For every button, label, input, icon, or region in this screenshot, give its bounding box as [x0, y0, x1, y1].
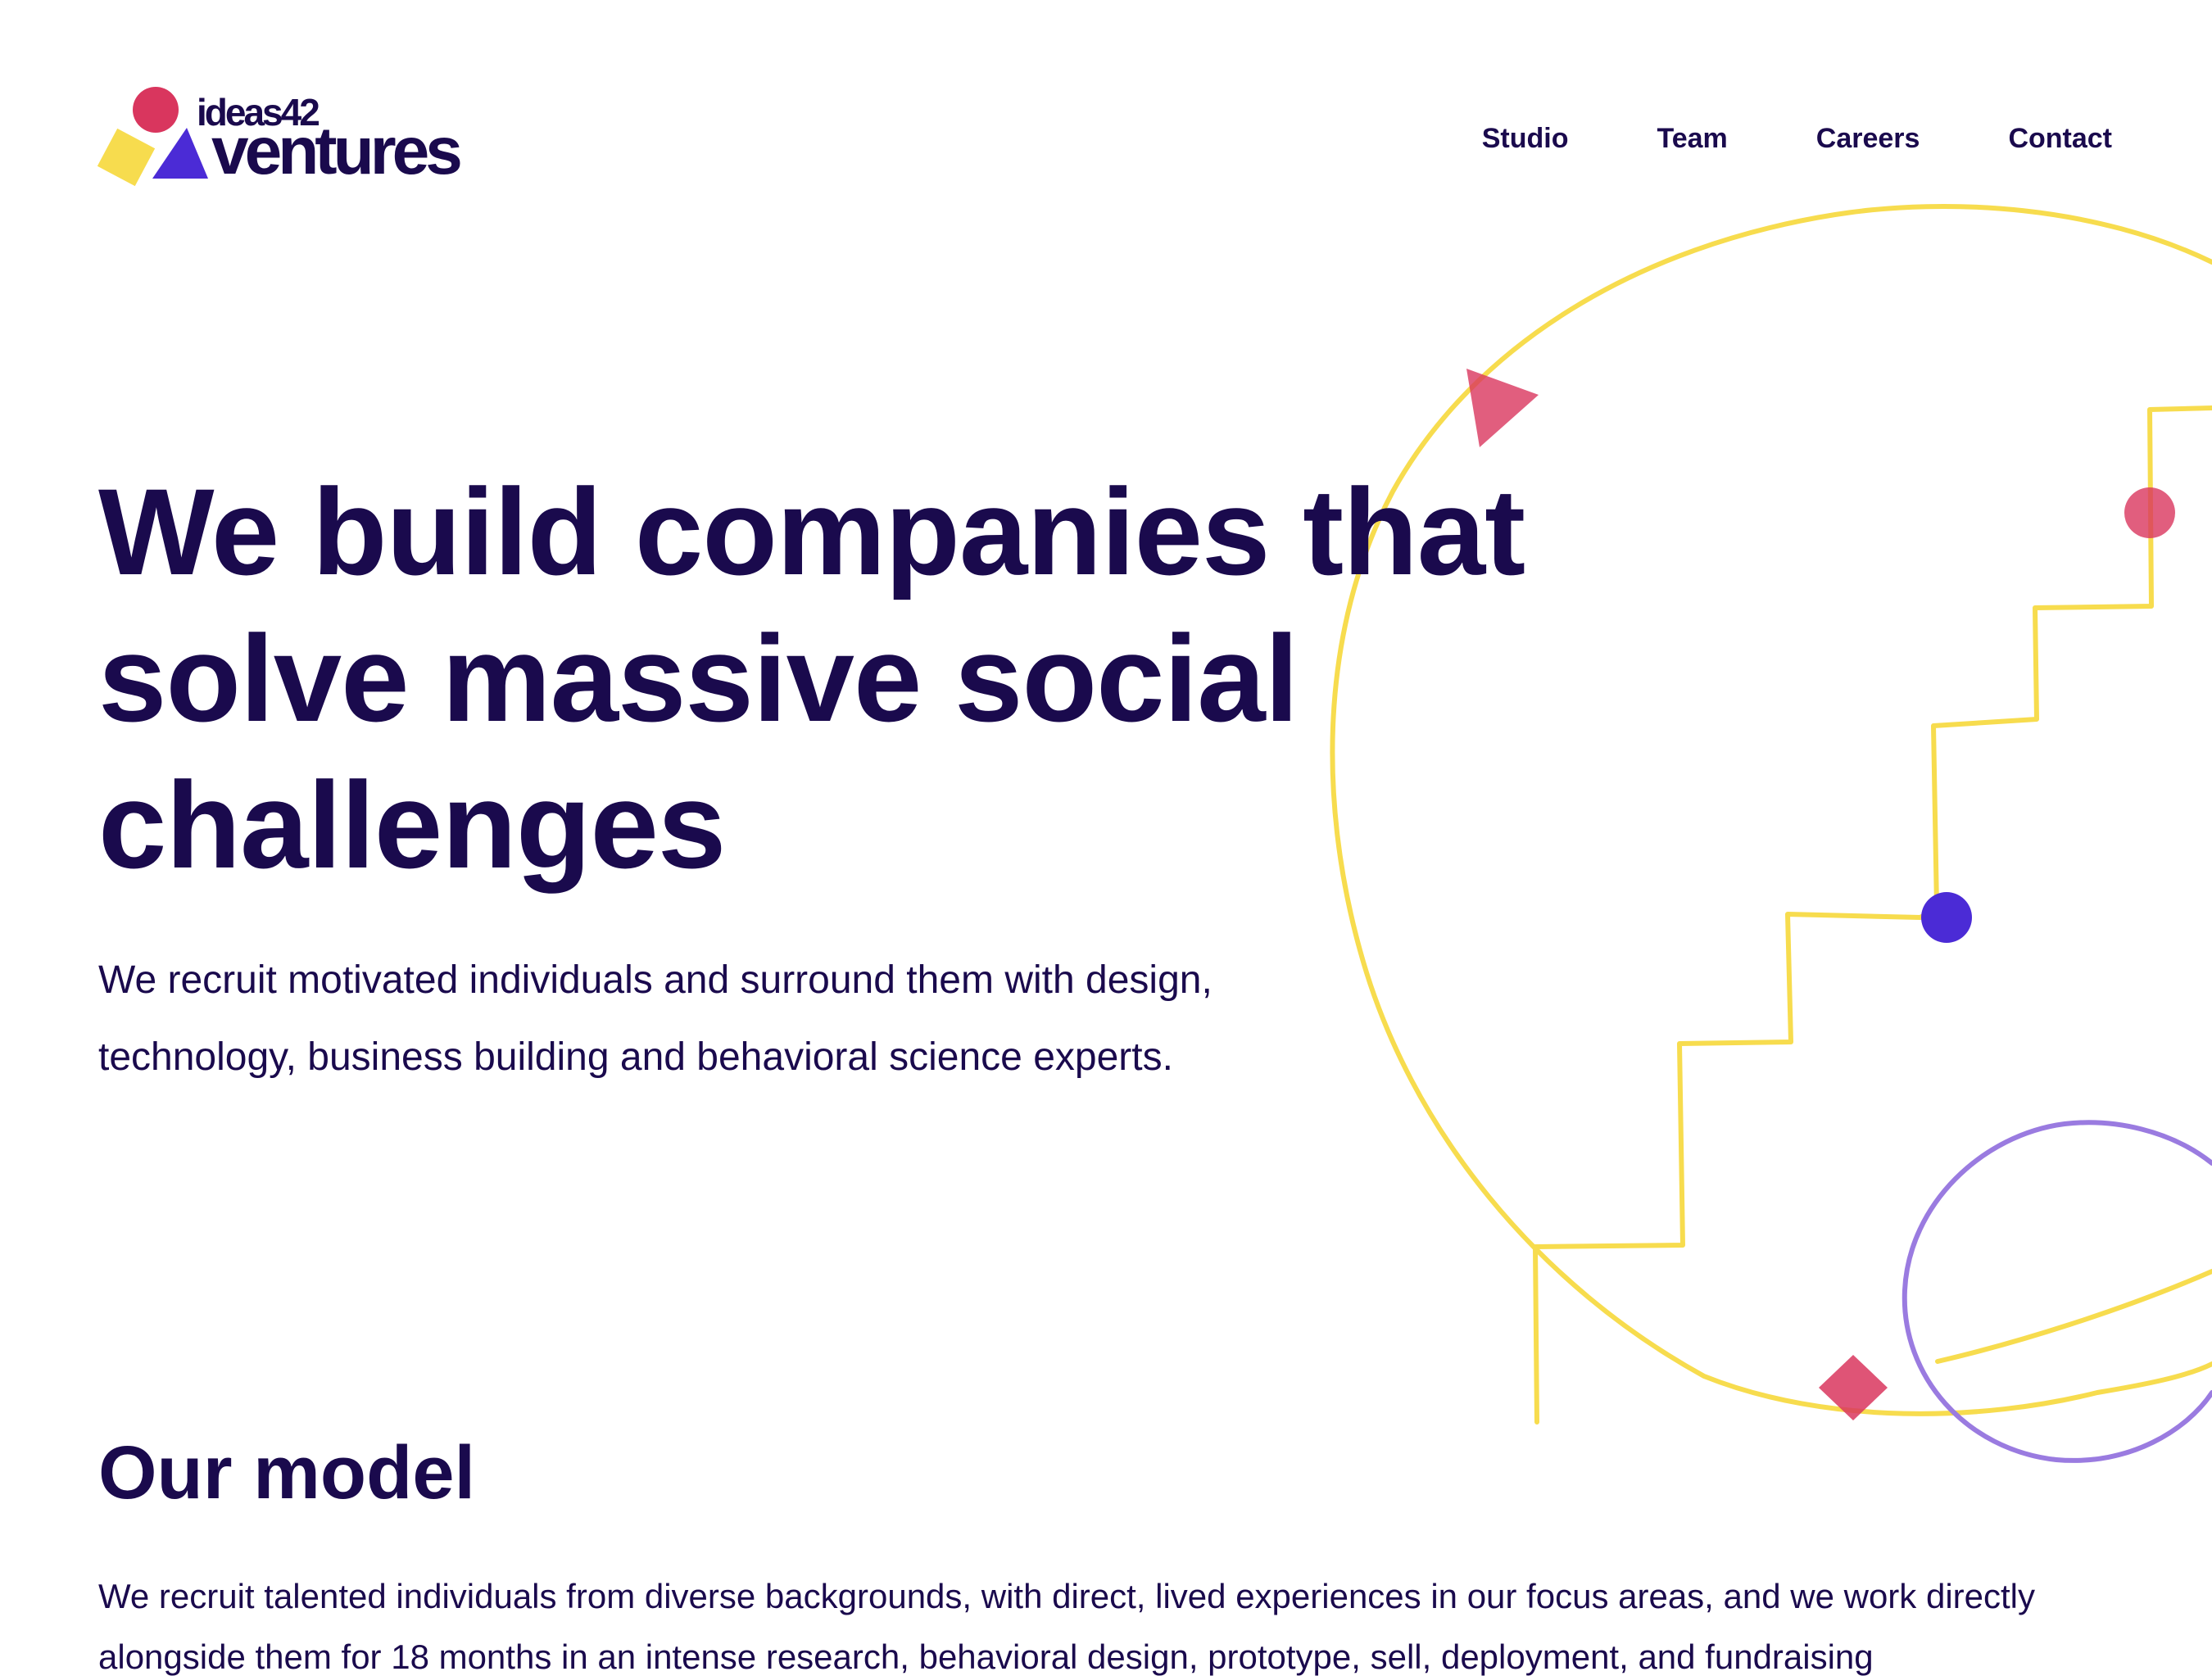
blue-dot	[1921, 892, 1972, 943]
nav-item-studio[interactable]: Studio	[1482, 125, 1569, 152]
model-section-body: We recruit talented individuals from div…	[98, 1577, 2035, 1676]
brand-logo[interactable]: ideas42 ventures	[97, 82, 463, 188]
red-diamond	[1819, 1355, 1888, 1420]
red-triangle	[1466, 369, 1539, 447]
main-nav: Studio Team Careers Contact	[1482, 125, 2112, 152]
lavender-circle-outline	[1902, 1120, 2212, 1463]
nav-item-careers[interactable]: Careers	[1816, 125, 1920, 152]
nav-item-contact[interactable]: Contact	[2008, 125, 2112, 152]
model-section-title: Our model	[98, 1431, 476, 1515]
logo-text-ventures: ventures	[211, 114, 463, 188]
hero-title: We build companies that solve massive so…	[98, 463, 1525, 894]
red-dot	[2124, 487, 2175, 538]
yellow-arc-line	[1935, 1269, 2212, 1364]
hero-subtitle: We recruit motivated individuals and sur…	[98, 958, 1213, 1079]
nav-item-team[interactable]: Team	[1657, 125, 1727, 152]
